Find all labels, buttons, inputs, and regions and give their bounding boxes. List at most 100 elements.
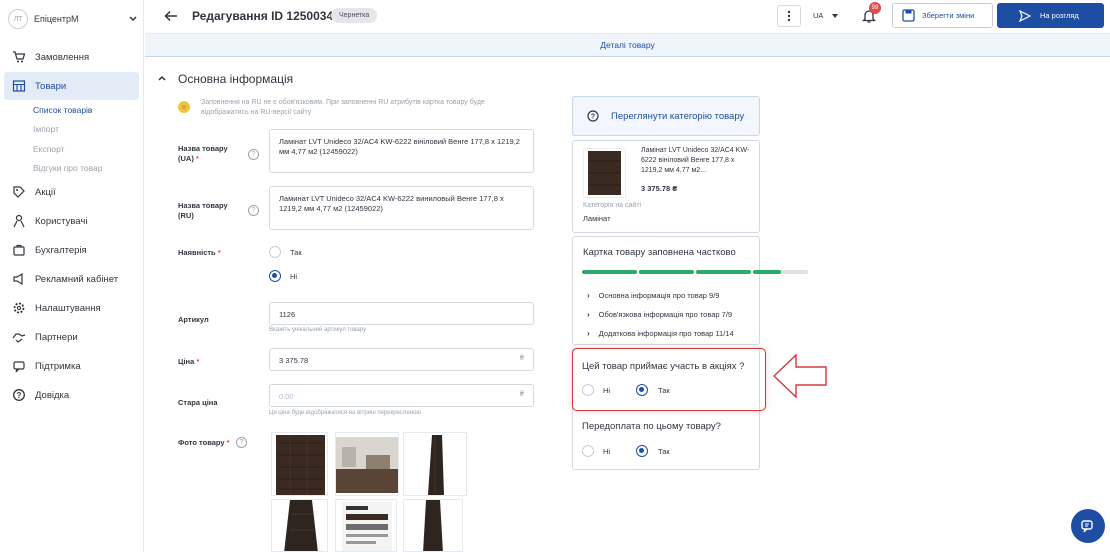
product-photo[interactable] bbox=[403, 499, 463, 552]
prepay-no-label: Ні bbox=[603, 447, 611, 456]
promo-yes-radio[interactable] bbox=[636, 384, 648, 396]
sidebar-item-accounting[interactable]: Бухгалтерія bbox=[4, 236, 139, 264]
sku-label: Артикул bbox=[178, 315, 209, 324]
product-photo[interactable] bbox=[335, 432, 399, 496]
account-switcher[interactable]: ЛТ ЕпіцентрМ bbox=[8, 8, 138, 30]
product-photo[interactable] bbox=[271, 499, 328, 552]
users-icon bbox=[12, 214, 26, 228]
account-name: ЕпіцентрМ bbox=[34, 14, 79, 24]
name-ua-input[interactable]: Ламінат LVT Unideco 32/AC4 KW-6222 вініл… bbox=[269, 129, 534, 173]
view-category-button[interactable]: ? Переглянути категорію товару bbox=[572, 96, 760, 136]
sidebar-item-products[interactable]: Товари bbox=[4, 72, 139, 100]
sidebar-item-orders[interactable]: Замовлення bbox=[4, 43, 139, 71]
section-link-additional[interactable]: › Додаткова інформація про товар 11/14 bbox=[587, 329, 734, 338]
chat-button[interactable] bbox=[1071, 509, 1105, 543]
promo-no-radio[interactable] bbox=[582, 384, 594, 396]
name-ru-input[interactable]: Ламинат LVT Unideco 32/AC4 KW-6222 винил… bbox=[269, 186, 534, 230]
view-category-label: Переглянути категорію товару bbox=[611, 110, 745, 122]
product-preview-name: Ламінат LVT Unideco 32/AC4 KW-6222 вініл… bbox=[641, 147, 750, 174]
help-circle-icon: ? bbox=[587, 110, 599, 122]
availability-label-text: Наявність bbox=[178, 248, 216, 257]
ru-note: Заповнення на RU не є обов'язковим. При … bbox=[201, 99, 485, 116]
product-preview-card: Ламінат LVT Unideco 32/AC4 KW-6222 вініл… bbox=[572, 140, 760, 233]
product-preview-image bbox=[583, 148, 626, 198]
name-ua-label: Назва товару (UA) * bbox=[178, 144, 228, 163]
sku-input[interactable]: 1126 bbox=[269, 302, 534, 325]
category-value: Ламінат bbox=[583, 214, 611, 223]
chevron-right-icon: › bbox=[587, 310, 590, 319]
subitem-product-list[interactable]: Список товарів bbox=[33, 105, 92, 115]
top-bar: Редагування ID 12500348 Чернетка UA 99 З… bbox=[145, 0, 1110, 34]
kebab-icon bbox=[787, 10, 791, 22]
save-button-label: Зберегти зміни bbox=[922, 11, 975, 20]
sidebar-item-label: Довідка bbox=[35, 389, 70, 401]
language-caret-icon[interactable] bbox=[832, 14, 838, 18]
section-title: Основна інформація bbox=[178, 72, 294, 86]
sidebar-item-label: Акції bbox=[35, 186, 56, 198]
progress-segment-fill bbox=[639, 270, 694, 274]
help-icon[interactable]: ? bbox=[236, 437, 247, 448]
chevron-right-icon: › bbox=[587, 291, 590, 300]
sidebar-item-partners[interactable]: Партнери bbox=[4, 323, 139, 351]
save-button[interactable]: Зберегти зміни bbox=[892, 3, 993, 28]
sidebar-item-support[interactable]: Підтримка bbox=[4, 352, 139, 380]
promo-yes-label: Так bbox=[658, 386, 670, 395]
tab-product-details[interactable]: Деталі товару bbox=[145, 34, 1110, 57]
section-link-required[interactable]: › Обов'язкова інформація про товар 7/9 bbox=[587, 310, 732, 319]
sidebar-item-settings[interactable]: Налаштування bbox=[4, 294, 139, 322]
availability-no-label: Ні bbox=[290, 272, 298, 281]
sidebar-item-label: Товари bbox=[35, 80, 67, 92]
old-price-input[interactable]: 0.00 bbox=[269, 384, 534, 407]
subitem-export[interactable]: Експорт bbox=[33, 144, 65, 154]
sidebar-item-ads[interactable]: Рекламний кабінет bbox=[4, 265, 139, 293]
sidebar-item-promotions[interactable]: Акції bbox=[4, 178, 139, 206]
megaphone-icon bbox=[12, 272, 26, 286]
highlight-frame bbox=[572, 348, 766, 411]
more-menu-button[interactable] bbox=[777, 5, 801, 27]
send-icon bbox=[1019, 9, 1031, 22]
prepay-yes-radio[interactable] bbox=[636, 445, 648, 457]
old-price-label: Стара ціна bbox=[178, 398, 218, 407]
progress-segment-fill bbox=[582, 270, 637, 274]
currency-symbol: ₴ bbox=[520, 391, 524, 398]
sidebar-item-users[interactable]: Користувачі bbox=[4, 207, 139, 235]
discount-icon bbox=[12, 185, 26, 199]
back-arrow-icon[interactable] bbox=[163, 8, 179, 24]
chevron-up-icon[interactable] bbox=[157, 74, 167, 82]
product-preview-price: 3 375.78 ₴ bbox=[641, 184, 678, 193]
chevron-down-icon bbox=[129, 16, 137, 22]
promo-question: Цей товар приймає участь в акціях ? bbox=[582, 361, 745, 372]
progress-segment-fill bbox=[753, 270, 781, 274]
pointer-arrow-icon bbox=[772, 353, 827, 399]
availability-no-radio[interactable] bbox=[269, 270, 281, 282]
currency-symbol: ₴ bbox=[520, 355, 524, 362]
completeness-title: Картка товару заповнена частково bbox=[583, 247, 736, 258]
product-photo[interactable] bbox=[403, 432, 467, 496]
help-icon: ? bbox=[12, 388, 26, 402]
availability-yes-radio[interactable] bbox=[269, 246, 281, 258]
submit-review-button[interactable]: На розгляд bbox=[997, 3, 1104, 28]
svg-text:?: ? bbox=[17, 391, 22, 400]
section-link-basic[interactable]: › Основна інформація про товар 9/9 bbox=[587, 291, 719, 300]
price-input[interactable]: 3 375.78 bbox=[269, 348, 534, 371]
prepay-no-radio[interactable] bbox=[582, 445, 594, 457]
sidebar-item-label: Бухгалтерія bbox=[35, 244, 87, 256]
handshake-icon bbox=[12, 330, 26, 344]
language-select[interactable]: UA bbox=[813, 11, 823, 20]
subitem-import[interactable]: Імпорт bbox=[33, 124, 59, 134]
product-photo[interactable] bbox=[335, 499, 397, 552]
old-price-hint: Ця ціна буде відображатися на вітрині пе… bbox=[269, 410, 421, 416]
photo-label-text: Фото товару bbox=[178, 438, 225, 447]
name-ua-label-text: Назва товару (UA) bbox=[178, 144, 228, 163]
section-link-label: Обов'язкова інформація про товар 7/9 bbox=[598, 310, 733, 319]
accounting-icon bbox=[12, 243, 26, 257]
price-label-text: Ціна bbox=[178, 357, 195, 366]
help-icon[interactable]: ? bbox=[248, 205, 259, 216]
chat-icon bbox=[1081, 520, 1093, 533]
chevron-right-icon: › bbox=[587, 329, 590, 338]
help-icon[interactable]: ? bbox=[248, 149, 259, 160]
subitem-reviews[interactable]: Відгуки про товар bbox=[33, 163, 103, 173]
product-photo[interactable] bbox=[271, 432, 328, 496]
prepay-question: Передоплата по цьому товару? bbox=[582, 421, 721, 432]
sidebar-item-help[interactable]: ? Довідка bbox=[4, 381, 139, 409]
